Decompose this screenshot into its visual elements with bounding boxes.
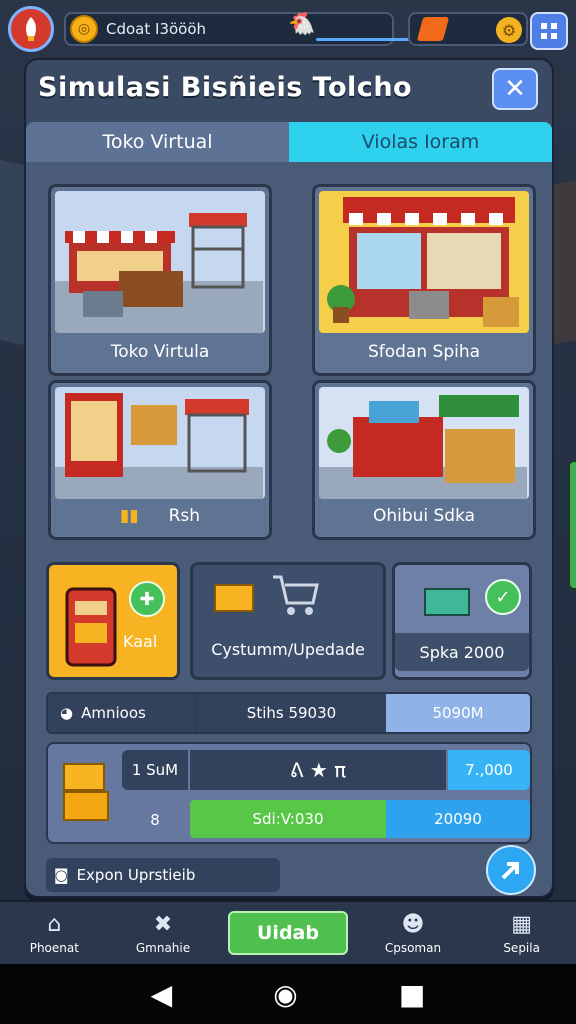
shop-card-ohibui-sdka[interactable]: Ohibui Sdka [312,380,536,540]
card-label-text: Rsh [168,506,201,526]
upgrade-tile-spka[interactable]: ✓ Spka 2000 [392,562,532,680]
item-price[interactable]: 7.,000 [448,750,530,790]
nav-item-gmnahie[interactable]: ✖ Gmnahie [109,902,218,964]
calendar-icon: ▦ [511,911,533,937]
grid-icon [541,23,557,39]
expand-upgrade-button[interactable]: ◙ Expon Uprstieib [46,858,280,892]
tile-label: Kaal [123,632,158,651]
arrow-icon [501,862,519,880]
card-label: ▮▮ Rsh [51,501,269,531]
vending-shelves-illustration [55,387,265,499]
market-stall-illustration [55,191,265,333]
top-hud: ◎ Cdoat I3öööh 🐔 ⚙ ⚙ [8,6,568,52]
stat-label-text: Amnioos [81,704,146,722]
card-label: Sfodan Spiha [367,342,481,362]
plus-badge-icon: ✚ [129,581,165,617]
level-label: 8 [150,811,160,829]
chicken-icon: 🐔 [288,12,316,37]
item-icons: ᕕ ★ π [190,750,446,790]
gear-icon[interactable]: ⚙ [496,17,522,43]
shop-card-rsh[interactable]: ▮▮ Rsh [48,380,272,540]
progress-blue: 20090 [386,800,530,838]
background-sign-right [568,460,576,590]
nav-item-uidab[interactable]: Uidab [217,902,358,964]
shopping-cart-icon [273,575,319,615]
home-circle-icon[interactable]: ◉ [273,978,297,1011]
home-icon: ⌂ [47,911,62,937]
gem-bar: ⚙ [408,12,528,46]
gem-icon [416,17,450,41]
next-arrow-button[interactable] [486,845,536,895]
upgrade-tile-customer[interactable]: Cystumm/Upedade [190,562,386,680]
business-simulation-panel: Simulasi Bisñieis Tolcho ✕ Toko Virtual … [24,58,554,898]
nav-label: Sepila [503,940,540,955]
check-badge-icon: ✓ [485,579,521,615]
game-screen: ◎ Cdoat I3öööh 🐔 ⚙ ⚙ Simulasi Bisñieis T… [0,0,576,1024]
progress-green: Sdi:V:030 [190,800,386,838]
android-nav-bar: ◀ ◉ ■ [0,964,576,1024]
close-button[interactable]: ✕ [492,68,538,110]
coin-icon: ◎ [70,15,98,43]
nav-label: Cpsoman [384,940,442,955]
camera-icon: ◙ [54,866,69,884]
nav-item-sepila[interactable]: ▦ Sepila [467,902,576,964]
tools-icon: ✖ [153,911,173,937]
coin-amount: Cdoat I3öööh [106,20,207,38]
stat-label: ◕ Amnioos [48,694,196,732]
recents-icon[interactable]: ■ [399,978,425,1011]
nav-item-phoenat[interactable]: ⌂ Phoenat [0,902,109,964]
rocket-icon [26,17,36,41]
tab-toko-virtual[interactable]: Toko Virtual [26,122,289,162]
coin-bar: ◎ Cdoat I3öööh 🐔 ⚙ [64,12,456,46]
primary-action-button[interactable]: Uidab [227,911,348,955]
expand-label: Expon Uprstieib [76,866,196,884]
tile-label: Cystumm/Upedade [211,640,365,659]
card-label: Ohibui Sdka [372,506,476,526]
panel-body: Toko Virtula Sfodan Spiha ▮▮ Rsh Ohibui … [26,162,552,896]
stats-row-amnioos: ◕ Amnioos Stihs 59030 5090M [46,692,532,734]
player-avatar[interactable] [8,6,54,52]
storefront-illustration [319,191,529,333]
robot-icon: ◕ [60,704,74,722]
bottom-nav: ⌂ Phoenat ✖ Gmnahie Uidab ☻ Cpsoman ▦ Se… [0,900,576,964]
nav-label: Phoenat [29,940,79,955]
worker-icon: ☻ [401,911,425,937]
register-icon [424,588,470,616]
nav-item-cpsoman[interactable]: ☻ Cpsoman [359,902,468,964]
panel-title: Simulasi Bisñieis Tolcho [38,72,413,103]
shop-card-sfodan-spiha[interactable]: Sfodan Spiha [312,184,536,376]
food-stand-illustration [319,387,529,499]
inventory-box: 1 SuM ᕕ ★ π 7.,000 8 Sdi:V:030 20090 [46,742,532,844]
card-label: Toko Virtula [110,342,210,362]
vending-machine-icon [65,587,117,667]
back-icon[interactable]: ◀ [151,978,173,1011]
nav-label: Gmnahie [135,940,191,955]
quantity-label: 1 SuM [122,750,188,790]
box-stack-icon [63,763,109,821]
stat-value: Stihs 59030 [196,694,386,732]
upgrade-tile-kaal[interactable]: ✚ Kaal [46,562,180,680]
box-icon: ▮▮ [119,506,139,526]
menu-button[interactable] [530,12,568,50]
shop-card-toko-virtula[interactable]: Toko Virtula [48,184,272,376]
tile-label: Spka 2000 [395,633,529,671]
stat-amount: 5090M [386,694,530,732]
tab-violas-ioram[interactable]: Violas Ioram [289,122,552,162]
crate-icon [214,584,254,612]
tab-bar: Toko Virtual Violas Ioram [26,122,552,162]
